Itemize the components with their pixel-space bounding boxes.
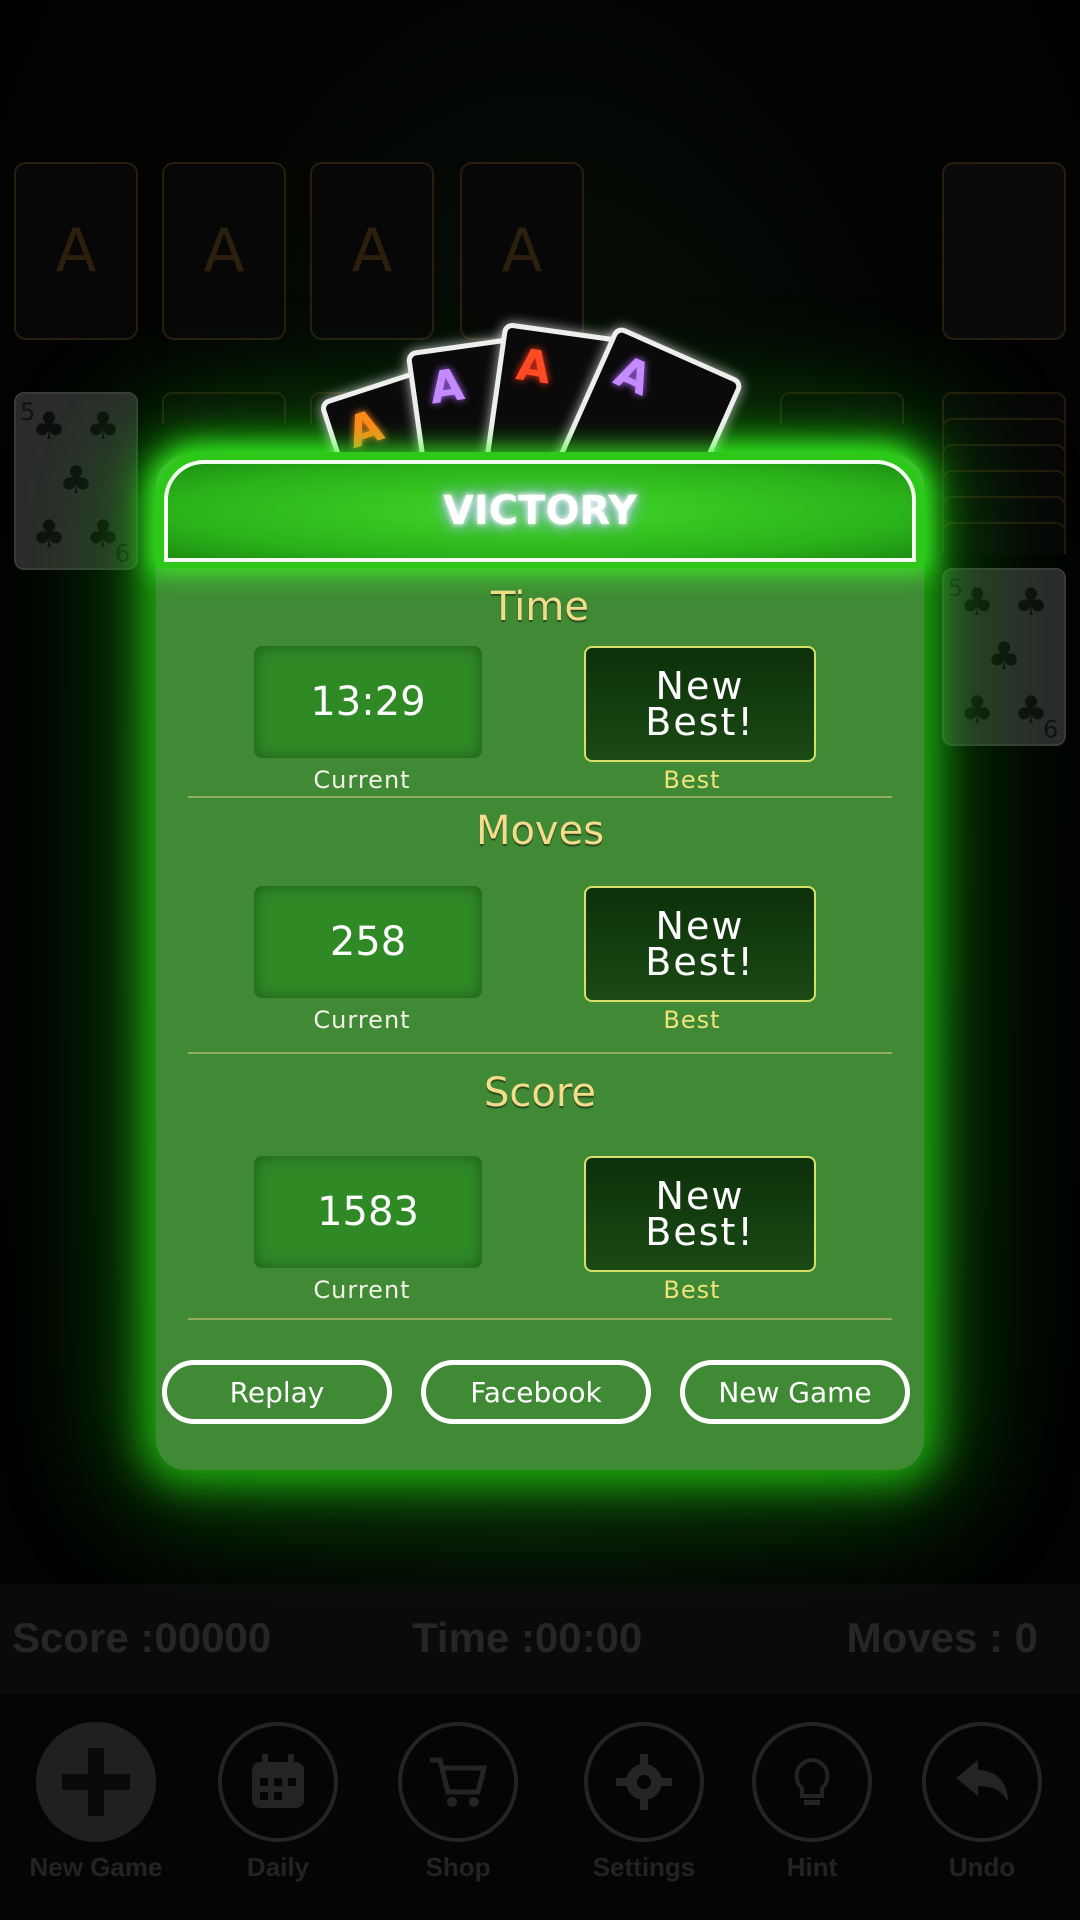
tableau-card[interactable]: 5 ♣ ♣ ♣ ♣ ♣ 9 xyxy=(942,568,1066,746)
victory-dialog: Time 13:29 New Best! Current Best Moves 2… xyxy=(156,456,924,1470)
card-rank-bottom: 9 xyxy=(114,538,130,566)
stock-pile[interactable] xyxy=(942,162,1066,340)
replay-button[interactable]: Replay xyxy=(162,1360,392,1424)
score-best-label: Best xyxy=(663,1276,721,1304)
nav-label: Settings xyxy=(592,1852,696,1882)
shop-nav-button[interactable]: Shop xyxy=(388,1722,528,1883)
foundation-slot[interactable]: A xyxy=(310,162,434,340)
moves-current-value: 258 xyxy=(254,886,482,998)
foundation-label: A xyxy=(501,216,543,286)
plus-icon xyxy=(36,1722,156,1842)
nav-label: Shop xyxy=(425,1852,491,1882)
foundation-label: A xyxy=(55,216,97,286)
moves-current-label: Current xyxy=(313,1006,411,1034)
tableau-column[interactable] xyxy=(162,392,286,424)
tableau-card-back xyxy=(942,522,1066,554)
moves-best-value: New Best! xyxy=(584,886,816,1002)
score-current-value: 1583 xyxy=(254,1156,482,1268)
foundation-slot[interactable]: A xyxy=(460,162,584,340)
score-current-label: Current xyxy=(313,1276,411,1304)
club-icon: ♣ xyxy=(32,512,67,556)
moves-section-title: Moves xyxy=(475,808,605,854)
settings-nav-button[interactable]: Settings xyxy=(574,1722,714,1883)
nav-label: Undo xyxy=(948,1852,1016,1882)
divider xyxy=(188,1052,892,1054)
nav-label: Daily xyxy=(246,1852,310,1882)
new-game-button[interactable]: New Game xyxy=(680,1360,910,1424)
time-readout: Time :00:00 xyxy=(412,1614,643,1661)
victory-title: VICTORY xyxy=(442,488,638,534)
score-best-value: New Best! xyxy=(584,1156,816,1272)
hint-nav-button[interactable]: Hint xyxy=(742,1722,882,1883)
foundation-label: A xyxy=(351,216,393,286)
bottom-nav: New Game Daily Shop Settings Hint Undo xyxy=(0,1694,1080,1920)
ace-label: A xyxy=(607,345,659,407)
cart-icon xyxy=(398,1722,518,1842)
ace-label: A xyxy=(341,399,390,459)
victory-banner: VICTORY xyxy=(156,452,924,568)
moves-best-label: Best xyxy=(663,1006,721,1034)
club-icon: ♣ xyxy=(32,404,67,448)
club-icon: ♣ xyxy=(987,634,1022,678)
daily-nav-button[interactable]: Daily xyxy=(208,1722,348,1883)
club-icon: ♣ xyxy=(960,580,995,624)
club-icon: ♣ xyxy=(1014,580,1049,624)
time-current-label: Current xyxy=(313,766,411,794)
time-best-label: Best xyxy=(663,766,721,794)
club-icon: ♣ xyxy=(59,458,94,502)
status-bar: Score :00000 Time :00:00 Moves : 0 xyxy=(0,1584,1080,1694)
club-icon: ♣ xyxy=(86,404,121,448)
lightbulb-icon xyxy=(752,1722,872,1842)
nav-label: New Game xyxy=(29,1852,163,1882)
time-section-title: Time xyxy=(491,584,589,630)
tableau-column[interactable] xyxy=(780,392,904,424)
club-icon: ♣ xyxy=(960,688,995,732)
nav-label: Hint xyxy=(786,1852,838,1882)
divider xyxy=(188,796,892,798)
calendar-icon xyxy=(218,1722,338,1842)
time-best-value: New Best! xyxy=(584,646,816,762)
foundation-slot[interactable]: A xyxy=(14,162,138,340)
moves-readout: Moves : 0 xyxy=(846,1614,1038,1661)
undo-nav-button[interactable]: Undo xyxy=(912,1722,1052,1883)
new-game-nav-button[interactable]: New Game xyxy=(26,1722,166,1883)
facebook-button[interactable]: Facebook xyxy=(421,1360,651,1424)
score-readout: Score :00000 xyxy=(12,1614,272,1661)
undo-icon xyxy=(922,1722,1042,1842)
foundation-label: A xyxy=(203,216,245,286)
gear-icon xyxy=(584,1722,704,1842)
foundation-slot[interactable]: A xyxy=(162,162,286,340)
score-section-title: Score xyxy=(483,1070,597,1116)
tableau-card[interactable]: 5 ♣ ♣ ♣ ♣ ♣ 9 xyxy=(14,392,138,570)
ace-label: A xyxy=(513,339,555,395)
ace-label: A xyxy=(426,359,468,415)
divider xyxy=(188,1318,892,1320)
card-rank-bottom: 9 xyxy=(1042,714,1058,742)
time-current-value: 13:29 xyxy=(254,646,482,758)
